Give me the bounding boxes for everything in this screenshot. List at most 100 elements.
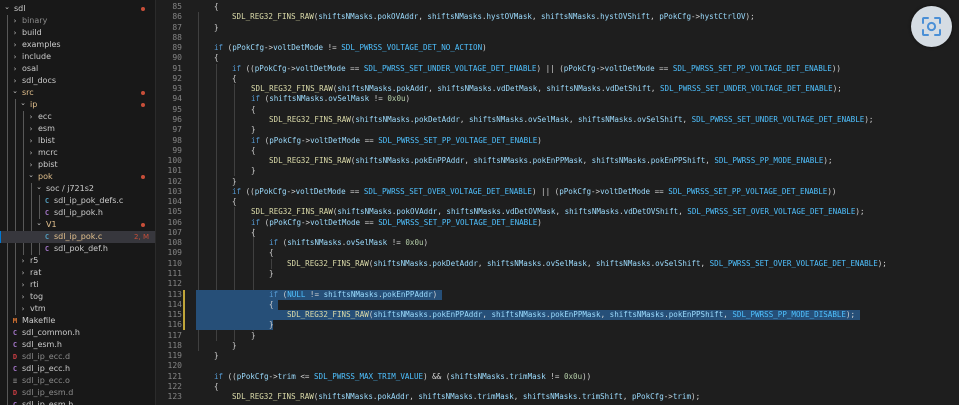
chevron-right-icon[interactable]: › [19,255,27,267]
code-identifier: shiftsNMasks [337,207,392,216]
tree-item-label: osal [22,64,39,73]
chevron-down-icon[interactable]: ⌄ [3,1,11,13]
tree-folder[interactable]: › pbist [0,159,155,171]
line-number: 92 [172,74,182,83]
code-punctuation: , [513,392,523,401]
line-number: 117 [167,331,182,340]
code-identifier: ovSelMask [546,259,587,268]
code-identifier: pokEnPPAddr [382,290,433,299]
tree-file[interactable]: Dsdl_ip_ecc.d [0,351,155,363]
code-punctuation: { [269,300,274,309]
code-keyword: if [232,64,242,73]
tree-file[interactable]: Csdl_ip_pok.h [0,207,155,219]
chevron-right-icon[interactable]: › [11,39,19,51]
code-line: } [232,177,237,187]
code-punctuation: ); [745,12,755,21]
chevron-right-icon[interactable]: › [11,15,19,27]
chevron-right-icon[interactable]: › [19,267,27,279]
tree-folder[interactable]: › tog [0,291,155,303]
code-punctuation: , [568,115,579,124]
dependency-file-icon: D [12,389,18,397]
code-macro: SDL_PWRSS_SET_PP_VOLTAGE_DET_ENABLE [672,64,832,73]
header-file-icon: C [12,365,18,373]
tree-file[interactable]: Csdl_common.h [0,327,155,339]
tree-folder[interactable]: ⌄ pok [0,171,155,183]
tree-file[interactable]: Dsdl_ip_esm.d [0,387,155,399]
chevron-right-icon[interactable]: › [27,123,35,135]
tree-file[interactable]: Csdl_ip_pok.c 2, M [0,231,155,243]
tree-folder[interactable]: ⌄ soc / j721s2 [0,183,155,195]
chevron-right-icon[interactable]: › [11,27,19,39]
tree-file[interactable]: Csdl_pok_def.h [0,243,155,255]
tree-file[interactable]: Csdl_ip_esm.h [0,399,155,405]
git-modified-dot [141,223,145,227]
tree-folder[interactable]: › esm [0,123,155,135]
code-punctuation: -> [286,64,296,73]
code-punctuation: (( [241,64,255,73]
code-punctuation: , [428,84,438,93]
tree-folder[interactable]: › ecc [0,111,155,123]
tree-folder[interactable]: › binary [0,15,155,27]
tree-folder[interactable]: › osal [0,63,155,75]
tree-folder[interactable]: › vtm [0,303,155,315]
code-identifier: shiftsNMasks [373,310,428,319]
code-punctuation: } [214,351,219,360]
tree-folder[interactable]: › r5 [0,255,155,267]
chevron-right-icon[interactable]: › [27,147,35,159]
code-identifier: voltDetMode [604,64,655,73]
chevron-down-icon[interactable]: ⌄ [27,169,35,181]
problems-status-badge: 2, M [134,233,149,241]
tree-folder[interactable]: › include [0,51,155,63]
tree-folder[interactable]: › build [0,27,155,39]
code-identifier: shiftsNMasks [323,290,379,299]
chevron-right-icon[interactable]: › [19,303,27,315]
chevron-right-icon[interactable]: › [19,291,27,303]
line-number: 88 [172,33,182,42]
code-line: } [214,351,219,361]
tree-folder[interactable]: › sdl_docs [0,75,155,87]
tree-folder[interactable]: ⌄ ip [0,99,155,111]
tree-file[interactable]: Csdl_esm.h [0,339,155,351]
line-number: 116 [167,320,182,329]
chevron-down-icon[interactable]: ⌄ [19,97,27,109]
code-punctuation: , [582,156,592,165]
code-punctuation: { [232,74,237,83]
tree-folder[interactable]: › examples [0,39,155,51]
code-keyword: if [269,290,279,299]
chevron-down-icon[interactable]: ⌄ [11,85,19,97]
tree-file[interactable]: Csdl_ip_ecc.h [0,363,155,375]
tree-folder[interactable]: ⌄ V1 [0,219,155,231]
screen-scan-button[interactable] [911,6,952,47]
chevron-right-icon[interactable]: › [11,51,19,63]
code-identifier: shiftsNMasks [596,259,651,268]
code-punctuation: ) [537,218,542,227]
code-identifier: shiftsNMasks [591,156,647,165]
line-number: 108 [167,238,182,247]
tree-file[interactable]: Csdl_ip_pok_defs.c [0,195,155,207]
tree-folder[interactable]: › mcrc [0,147,155,159]
code-line: { [232,74,237,84]
chevron-right-icon[interactable]: › [27,111,35,123]
code-punctuation: ) || ( [536,64,564,73]
code-line: if (pPokCfg->voltDetMode == SDL_PWRSS_SE… [251,136,542,146]
chevron-right-icon[interactable]: › [19,279,27,291]
tree-file[interactable]: M Makefile [0,315,155,327]
tree-folder[interactable]: › rti [0,279,155,291]
tree-folder[interactable]: › rat [0,267,155,279]
tree-item-label: esm [38,124,55,133]
line-number: 96 [172,115,182,124]
code-identifier: pPokCfg [631,392,664,401]
code-editor[interactable]: {SDL_REG32_FINS_RAW(shiftsNMasks.pokOVAd… [196,0,959,405]
chevron-down-icon[interactable]: ⌄ [35,181,43,193]
code-punctuation: <= [295,372,315,381]
tree-folder[interactable]: › lbist [0,135,155,147]
tree-file[interactable]: ≡ sdl_ip_ecc.o [0,375,155,387]
chevron-right-icon[interactable]: › [11,63,19,75]
code-identifier: pPokCfg [236,372,269,381]
code-punctuation: )) [831,64,841,73]
tree-folder[interactable]: ⌄ sdl [0,3,155,15]
chevron-down-icon[interactable]: ⌄ [35,217,43,229]
code-function: SDL_REG32_FINS_RAW [269,156,351,165]
chevron-right-icon[interactable]: › [27,135,35,147]
line-number: 110 [167,259,182,268]
